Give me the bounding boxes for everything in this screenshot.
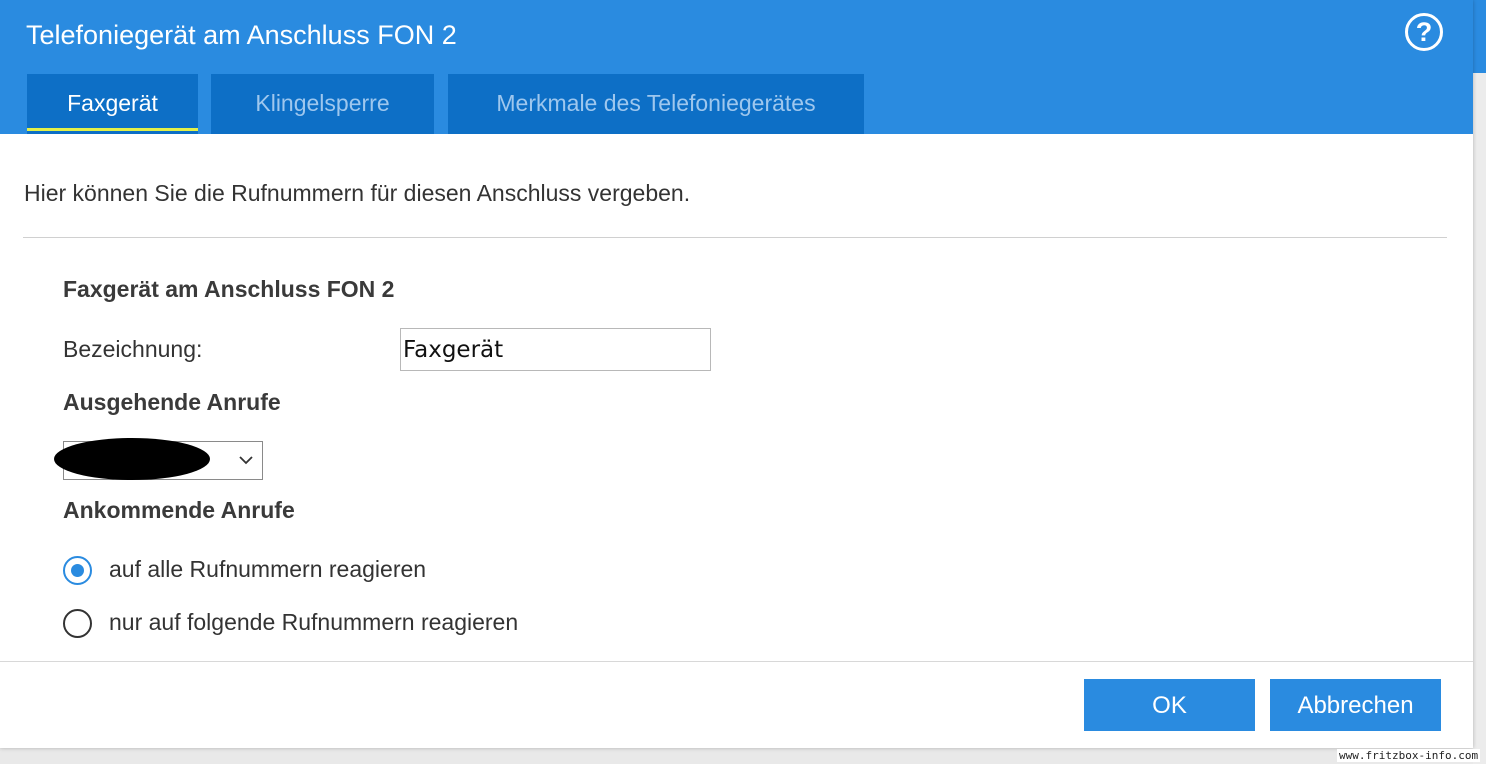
intro-text: Hier können Sie die Rufnummern für diese… <box>24 180 691 206</box>
radio-button[interactable] <box>63 609 92 638</box>
outgoing-number-select[interactable] <box>54 438 263 480</box>
chevron-down-icon <box>239 456 253 465</box>
radio-label: auf alle Rufnummern reagieren <box>109 556 427 582</box>
background-header-strip <box>1473 0 1486 73</box>
dialog: Telefoniegerät am Anschluss FON 2 ? Faxg… <box>0 0 1473 748</box>
background-strip <box>1473 0 1486 764</box>
dialog-title: Telefoniegerät am Anschluss FON 2 <box>26 20 457 50</box>
cancel-button[interactable]: Abbrechen <box>1270 679 1441 731</box>
incoming-heading: Ankommende Anrufe <box>63 497 295 523</box>
ok-button[interactable]: OK <box>1084 679 1255 731</box>
name-input[interactable]: Faxgerät <box>400 328 711 371</box>
redaction-mark <box>54 438 210 480</box>
device-heading: Faxgerät am Anschluss FON 2 <box>63 276 395 302</box>
name-label: Bezeichnung: <box>63 336 203 362</box>
footer-divider <box>0 661 1473 662</box>
help-icon[interactable]: ? <box>1405 13 1443 51</box>
tab-merkmale[interactable]: Merkmale des Telefoniegerätes <box>448 74 864 134</box>
radio-label: nur auf folgende Rufnummern reagieren <box>109 609 519 635</box>
outgoing-heading: Ausgehende Anrufe <box>63 389 281 415</box>
radio-button-checked[interactable] <box>63 556 92 585</box>
divider <box>23 237 1447 238</box>
watermark: www.fritzbox-info.com <box>1337 749 1481 762</box>
tab-klingelsperre[interactable]: Klingelsperre <box>211 74 434 134</box>
dialog-header: Telefoniegerät am Anschluss FON 2 ? Faxg… <box>0 0 1473 134</box>
tab-faxgeraet[interactable]: Faxgerät <box>27 74 198 134</box>
